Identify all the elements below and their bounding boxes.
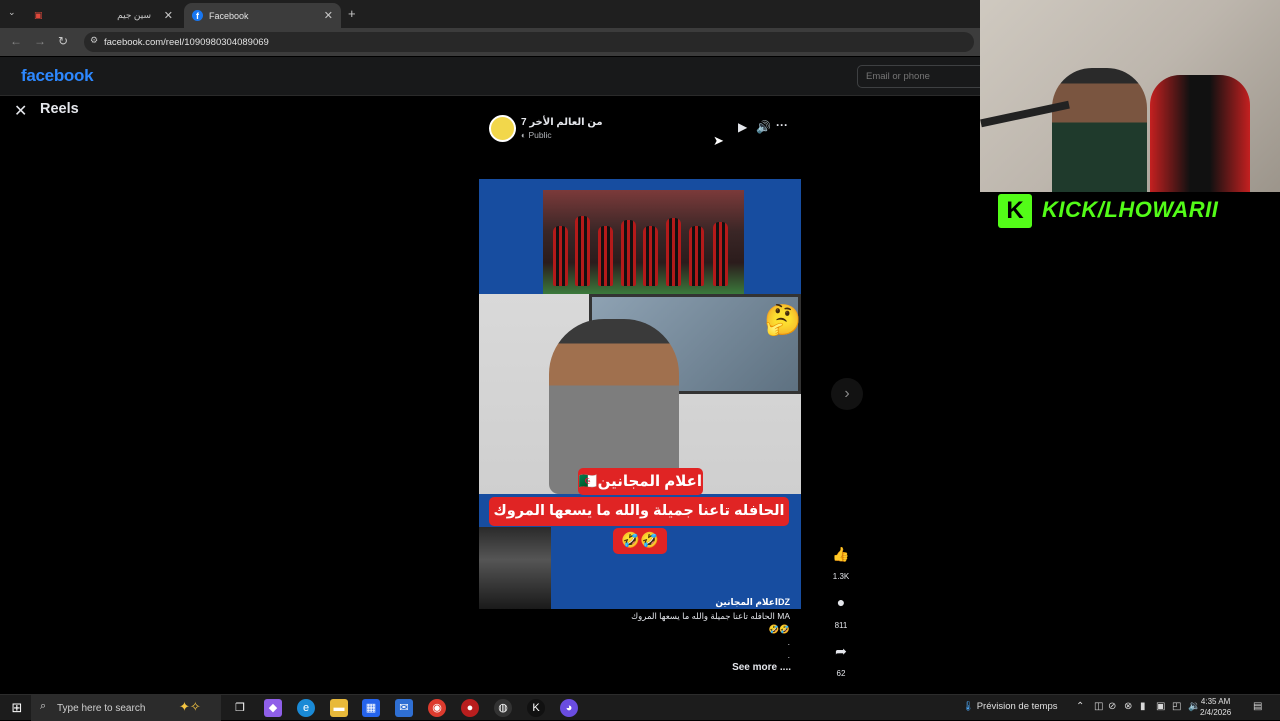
copilot-icon[interactable]: ◆ [264,699,282,717]
close-icon[interactable]: ✕ [14,101,27,121]
address-bar-row: ← → ↻ ⚙ facebook.com/reel/10909803040890… [0,28,980,56]
tab-inactive[interactable]: ▣ سين جيم ✕ [26,3,181,28]
close-tab-icon[interactable]: ✕ [164,9,173,22]
copilot-sparkle-icon: ✦✧ [179,699,201,714]
reload-icon[interactable]: ↻ [58,34,68,48]
app-icon[interactable]: ● [461,699,479,717]
notification-icon[interactable]: ▤ [1253,701,1262,712]
share-count: 62 [836,669,846,678]
description-line: . [787,637,790,647]
like-icon[interactable]: 👍 [830,546,852,568]
kick-channel-text: KICK/LHOWARII [1042,197,1219,222]
play-icon[interactable]: ▶ [738,120,747,134]
globe-icon: ◐ [521,130,529,140]
tray-mute-icon[interactable]: ⊗ [1124,701,1132,712]
tray-volume-icon[interactable]: 🔉 [1188,701,1200,712]
facebook-header: facebook [0,57,987,96]
weather-text: Prévision de temps [976,701,1058,712]
chrome-icon[interactable]: ◉ [428,699,446,717]
thinking-emoji-icon: 🤔 [764,304,801,337]
facebook-favicon-icon: f [192,10,203,21]
new-tab-button[interactable]: + [348,6,356,21]
browser-tab-bar: ⌄ ▣ سين جيم ✕ f Facebook ✕ + [0,0,980,28]
tray-chevron-icon[interactable]: ⌃ [1076,701,1084,712]
tab-facebook[interactable]: f Facebook ✕ [184,3,341,28]
tab-list-icon[interactable]: ⌄ [8,7,16,18]
obs-icon[interactable]: ◍ [494,699,512,717]
tab-label: سين جيم [117,10,151,20]
page-name[interactable]: من العالم الأخر 7 [521,117,603,128]
tray-sync-icon[interactable]: ⊘ [1108,701,1116,712]
site-info-icon[interactable]: ⚙ [90,35,98,46]
task-view-icon[interactable]: ❐ [231,699,249,717]
visibility-text: Public [528,130,552,140]
portrait-image [479,527,551,609]
volume-icon[interactable]: 🔊 [756,120,771,134]
mouse-cursor-icon: ➤ [713,133,724,148]
taskbar-clock[interactable]: 4:35 AM 2/4/2026 [1200,696,1231,718]
video-caption-line-1: اعلام المجانين🇩🇿 [578,468,703,495]
video-caption-line-3: 🤣🤣 [613,528,667,554]
description-line: . [787,650,790,660]
edge-icon[interactable]: e [297,699,315,717]
windows-start-icon[interactable]: ⊞ [8,699,26,717]
close-tab-icon[interactable]: ✕ [324,9,333,22]
share-icon[interactable]: ➦ [830,643,852,665]
email-field[interactable] [857,65,987,88]
url-text: facebook.com/reel/1090980304089069 [104,36,269,48]
comment-icon[interactable]: ● [830,594,852,616]
tray-display-icon[interactable]: ▣ [1156,701,1165,712]
clock-time: 4:35 AM [1200,697,1231,706]
back-icon[interactable]: ← [10,34,22,48]
tray-network-icon[interactable]: ◫ [1094,701,1103,712]
video-caption-line-2: الحافله تاعنا جميلة والله ما يسعها المرو… [489,497,789,548]
gaming-chair [1150,75,1250,192]
reel-description: الحافله تاعنا جميلة والله ما يسعها المرو… [560,610,790,662]
visibility-label: ◐ Public [521,130,552,140]
search-placeholder: Type here to search [57,702,146,714]
see-more-link[interactable]: See more .... [700,662,791,673]
video-author-overlay: اعلام المجانينDZ [715,597,790,607]
clock-date: 2/4/2026 [1200,708,1232,717]
comment-count: 811 [834,621,848,630]
studio-scene [479,294,801,494]
store-icon[interactable]: ▦ [362,699,380,717]
windows-taskbar: ⊞ ⌕ Type here to search ✦✧ ❐ ◆ e ▬ ▦ ✉ ◉… [0,694,1280,721]
taskbar-search[interactable]: ⌕ Type here to search ✦✧ [31,695,221,721]
chevron-right-icon[interactable]: › [831,378,863,410]
tray-mic-icon[interactable]: ▮ [1140,701,1146,712]
weather-widget[interactable]: 🌡 Prévision de temps [962,701,1058,712]
page-avatar[interactable] [489,115,516,142]
facebook-logo[interactable]: facebook [21,66,94,86]
like-count: 1.3K [832,572,850,581]
reel-video[interactable]: 🤔 اعلام المجانين🇩🇿 الحافله تاعنا جميلة و… [479,179,801,609]
discord-icon[interactable]: ◕ [560,699,578,717]
thermometer-icon: 🌡 [962,701,977,712]
kick-banner: K KICK/LHOWARII [980,192,1280,232]
more-icon[interactable]: ··· [776,118,788,132]
description-line: الحافله تاعنا جميلة والله ما يسعها المرو… [631,611,790,621]
webcam-overlay [980,0,1280,192]
forward-icon[interactable]: → [34,34,46,48]
page-title: Reels [40,101,79,117]
file-explorer-icon[interactable]: ▬ [330,699,348,717]
search-icon: ⌕ [40,700,47,712]
url-field[interactable]: ⚙ facebook.com/reel/1090980304089069 [84,32,974,52]
mail-icon[interactable]: ✉ [395,699,413,717]
description-line: 🤣🤣 [768,624,790,634]
capcut-icon[interactable]: K [527,699,545,717]
kick-logo: K [998,194,1032,228]
tray-wifi-icon[interactable]: ◰ [1172,701,1181,712]
app-favicon-icon: ▣ [34,10,43,20]
streamer [1052,68,1147,192]
tab-label: Facebook [209,10,249,21]
team-photo [543,190,744,294]
